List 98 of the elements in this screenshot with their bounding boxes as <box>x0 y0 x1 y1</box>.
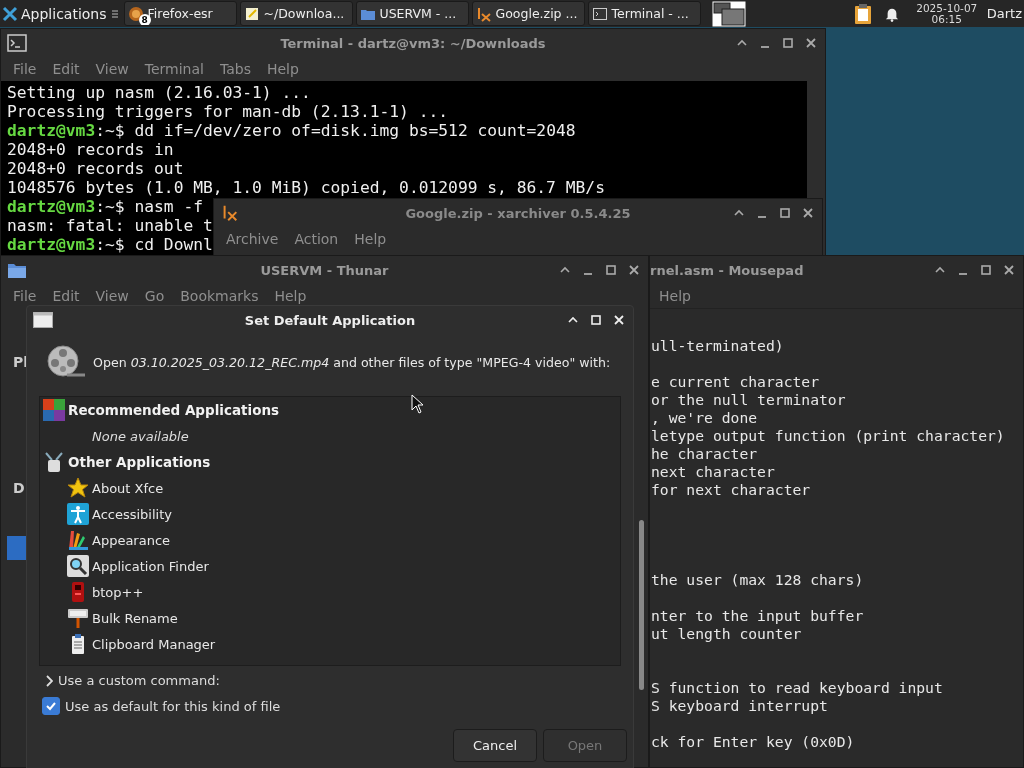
taskbar-button[interactable]: USERVM - ... <box>355 1 469 26</box>
chevron-icon <box>45 674 53 687</box>
menu-item[interactable]: Bookmarks <box>172 288 267 304</box>
menu-item[interactable]: Action <box>286 231 347 247</box>
menu-item[interactable]: Help <box>346 231 395 247</box>
application-item[interactable]: Accessibility <box>40 501 620 527</box>
terminal-line: dartz@vm3:~$ nasm -f <box>7 197 204 216</box>
code-line: the user (max 128 chars) <box>651 571 864 589</box>
window-icon <box>33 311 53 329</box>
app-grid-icon <box>43 399 65 421</box>
user-menu[interactable]: Dartz <box>982 6 1024 21</box>
close-icon[interactable] <box>628 264 640 276</box>
applications-menu[interactable]: Applications <box>0 0 109 27</box>
clipboard-icon[interactable] <box>853 2 872 25</box>
code-line: letype output function (print character) <box>651 427 1005 445</box>
menu-item[interactable]: Edit <box>44 288 88 304</box>
menu-item[interactable]: Terminal <box>136 61 212 77</box>
application-item[interactable]: Clipboard Manager <box>40 631 620 657</box>
code-line: S function to read keyboard input <box>651 679 943 697</box>
section-heading: Other Applications <box>68 454 211 470</box>
menu-icon[interactable] <box>111 8 118 19</box>
clock-time: 06:15 <box>931 13 962 25</box>
terminal-icon <box>7 34 27 52</box>
taskbar-button[interactable]: Google.zip ... <box>471 1 585 26</box>
notepad-icon <box>243 5 260 22</box>
menu-item[interactable]: View <box>87 61 137 77</box>
close-icon[interactable] <box>805 37 817 49</box>
sidebar-heading: D <box>13 480 26 496</box>
window-title: Set Default Application <box>243 312 417 328</box>
empty-message: None available <box>91 428 189 444</box>
application-item[interactable]: Application Finder <box>40 553 620 579</box>
menu-item[interactable]: Tabs <box>211 61 259 77</box>
folder-icon <box>7 261 27 279</box>
maximize-icon[interactable] <box>605 264 617 276</box>
application-item[interactable]: btop++ <box>40 579 620 605</box>
code-line: nter to the input buffer <box>651 607 864 625</box>
maximize-icon[interactable] <box>782 37 794 49</box>
terminal-line: dartz@vm3:~$ dd if=/dev/zero of=disk.img bs=512 count=2048 <box>7 121 576 140</box>
code-line: or the null terminator <box>651 391 846 409</box>
terminal-line: 2048+0 records in <box>7 140 174 159</box>
color-swatches-icon <box>67 529 89 551</box>
terminal-line: 1048576 bytes (1.0 MB, 1.0 MiB) copied, 0.012099 s, 86.7 MB/s <box>7 178 605 197</box>
rename-icon <box>67 607 89 629</box>
code-line: ull-terminated) <box>651 337 784 355</box>
menu-item[interactable]: Go <box>136 288 173 304</box>
menu-item[interactable]: Edit <box>44 61 88 77</box>
mouse-pointer-icon <box>411 394 423 414</box>
scrollbar[interactable] <box>639 520 644 690</box>
code-line: , we're done <box>651 409 758 427</box>
window-title: rnel.asm - Mousepad <box>650 262 804 278</box>
menu-item[interactable]: Help <box>258 61 307 77</box>
close-icon[interactable] <box>802 207 814 219</box>
terminal-line: Setting up nasm (2.16.03-1) ... <box>7 83 311 102</box>
application-item[interactable]: Bulk Rename <box>40 605 620 631</box>
taskbar-button[interactable]: Terminal - ... <box>587 1 701 26</box>
clock-date: 2025-10-07 <box>916 2 978 14</box>
maximize-icon[interactable] <box>980 264 992 276</box>
terminal-line: dartz@vm3:~$ cd Downl <box>7 235 213 254</box>
code-line: he character <box>651 445 758 463</box>
star-icon <box>67 477 89 499</box>
application-item[interactable]: Appearance <box>40 527 620 553</box>
dialog-button[interactable]: Cancel <box>453 729 537 762</box>
close-icon[interactable] <box>1003 264 1015 276</box>
window-title: Terminal - dartz@vm3: ~/Downloads <box>279 35 547 51</box>
application-list[interactable]: Recommended Applications None available Other Applications About Xfce Accessibility Appearance Application Finder btop++ Bulk Rename Clipboard Manager <box>39 396 621 666</box>
accessibility-icon <box>67 503 89 525</box>
workspace-switcher-icon[interactable] <box>711 0 746 27</box>
custom-command-expander[interactable]: Use a custom command: <box>45 673 220 688</box>
menu-item[interactable]: Help <box>651 288 699 304</box>
code-line: next character <box>651 463 775 481</box>
browser-icon <box>127 5 144 22</box>
menu-item[interactable]: File <box>5 288 45 304</box>
terminal-icon <box>591 5 608 22</box>
magnifier-icon <box>67 555 89 577</box>
check-icon <box>45 700 57 712</box>
application-item[interactable]: About Xfce <box>40 475 620 501</box>
dialog-message: Open 03.10.2025_03.20.12_REC.mp4 and other files of type "MPEG-4 video" with: <box>93 354 611 370</box>
menu-item[interactable]: View <box>87 288 137 304</box>
code-line: ut length counter <box>651 625 802 643</box>
maximize-icon[interactable] <box>779 207 791 219</box>
menu-item[interactable]: Archive <box>218 231 287 247</box>
code-line: ck for Enter key (0x0D) <box>651 733 855 751</box>
section-heading: Recommended Applications <box>68 402 280 418</box>
archiver-icon <box>475 5 492 22</box>
toolbox-icon <box>43 451 65 473</box>
menu-item[interactable]: Help <box>266 288 315 304</box>
terminal-line: nasm: fatal: unable t <box>7 216 213 235</box>
menu-item[interactable]: File <box>5 61 45 77</box>
window-title: Google.zip - xarchiver 0.5.4.25 <box>404 205 632 221</box>
code-line: for next character <box>651 481 811 499</box>
window-title: USERVM - Thunar <box>259 262 390 278</box>
terminal-line: Processing triggers for man-db (2.13.1-1) ... <box>7 102 449 121</box>
taskbar-button[interactable]: ~/Downloa... <box>239 1 353 26</box>
code-line: S keyboard interrupt <box>651 697 828 715</box>
default-checkbox[interactable]: Use as default for this kind of file <box>42 697 281 715</box>
terminal-line: 2048+0 records out <box>7 159 184 178</box>
checkbox[interactable] <box>42 697 60 715</box>
code-line: e current character <box>651 373 819 391</box>
